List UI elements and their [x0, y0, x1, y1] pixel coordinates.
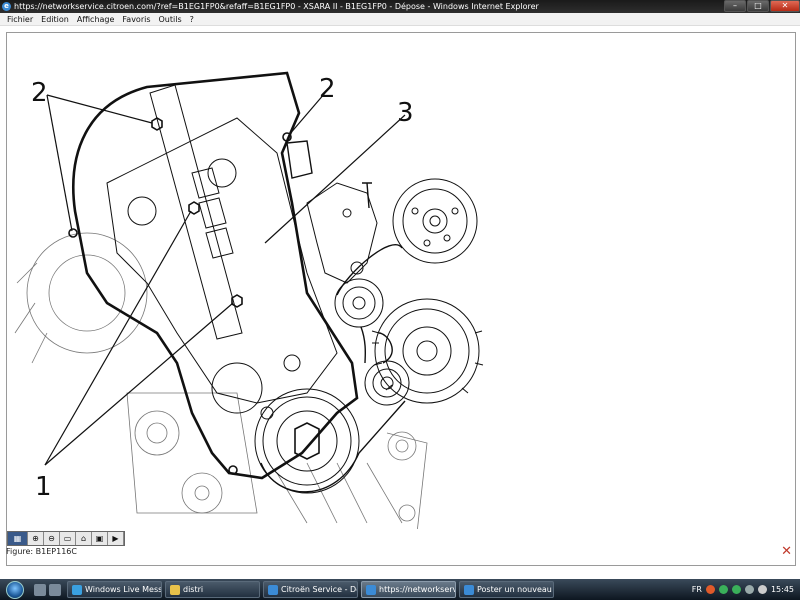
taskbar-item-label: https://networkservi...: [379, 585, 455, 594]
ie-icon: e: [2, 2, 11, 11]
ie-icon: [464, 584, 474, 595]
minimize-button[interactable]: –: [724, 0, 746, 12]
menu-outils[interactable]: Outils: [155, 15, 186, 24]
start-button[interactable]: [0, 579, 30, 600]
clock[interactable]: 15:45: [771, 585, 794, 594]
menu-affichage[interactable]: Affichage: [73, 15, 119, 24]
language-indicator[interactable]: FR: [692, 585, 702, 594]
home-button[interactable]: ⌂: [76, 532, 92, 545]
messenger-icon: [72, 584, 82, 595]
page-content: 2 2 3 1 ▦ ⊕ ⊖ ▭ ⌂ ▣ ▶ Figure: B1EP116C ✕: [0, 26, 800, 579]
volume-icon[interactable]: [757, 585, 767, 594]
window-title: https://networkservice.citroen.com/?ref=…: [14, 2, 539, 11]
tray-icon[interactable]: [718, 585, 728, 594]
window-controls: – □ ✕: [723, 0, 800, 13]
maximize-button[interactable]: □: [747, 0, 769, 12]
title-bar: e https://networkservice.citroen.com/?re…: [0, 0, 800, 13]
system-tray: FR 15:45: [692, 579, 800, 600]
taskbar-item-poster[interactable]: Poster un nouveau s...: [459, 581, 554, 598]
grid-view-button[interactable]: ▦: [8, 532, 28, 545]
menu-edition[interactable]: Edition: [37, 15, 73, 24]
figure-caption: Figure: B1EP116C: [6, 547, 77, 556]
print-button[interactable]: ▣: [92, 532, 108, 545]
taskbar-item-label: Windows Live Mess...: [85, 585, 162, 594]
folder-icon: [170, 584, 180, 595]
quick-launch: [34, 583, 61, 596]
viewer-toolbar: ▦ ⊕ ⊖ ▭ ⌂ ▣ ▶: [7, 531, 125, 546]
taskbar-item-network[interactable]: https://networkservi...: [361, 581, 456, 598]
callout-label-2b: 2: [319, 74, 336, 104]
close-window-button[interactable]: ✕: [770, 0, 800, 12]
taskbar: Windows Live Mess... distri Citroën Serv…: [0, 579, 800, 600]
figure-viewer: 2 2 3 1 ▦ ⊕ ⊖ ▭ ⌂ ▣ ▶: [6, 32, 796, 566]
fit-button[interactable]: ▭: [60, 532, 76, 545]
next-button[interactable]: ▶: [108, 532, 124, 545]
menu-favoris[interactable]: Favoris: [118, 15, 154, 24]
engine-diagram: 2 2 3 1: [14, 71, 484, 529]
network-icon[interactable]: [744, 585, 754, 594]
taskbar-item-citroen[interactable]: Citroën Service - Do...: [263, 581, 358, 598]
tray-icon[interactable]: [705, 585, 715, 594]
menu-fichier[interactable]: Fichier: [3, 15, 37, 24]
quick-launch-icon[interactable]: [34, 583, 46, 596]
callout-label-1: 1: [35, 472, 52, 502]
ie-icon: [366, 584, 376, 595]
taskbar-item-label: distri: [183, 585, 204, 594]
taskbar-item-label: Poster un nouveau s...: [477, 585, 553, 594]
close-figure-icon[interactable]: ✕: [781, 544, 792, 559]
taskbar-item-distri[interactable]: distri: [165, 581, 260, 598]
ie-window: e https://networkservice.citroen.com/?re…: [0, 0, 800, 600]
tray-icon[interactable]: [731, 585, 741, 594]
zoom-in-button[interactable]: ⊕: [28, 532, 44, 545]
callout-label-3: 3: [397, 98, 414, 128]
windows-orb-icon: [6, 580, 24, 599]
ie-icon: [268, 584, 278, 595]
quick-launch-icon[interactable]: [49, 583, 61, 596]
callout-label-2a: 2: [31, 78, 48, 108]
menu-help[interactable]: ?: [186, 15, 198, 24]
taskbar-item-label: Citroën Service - Do...: [281, 585, 357, 594]
menu-bar: Fichier Edition Affichage Favoris Outils…: [0, 13, 800, 26]
taskbar-item-messenger[interactable]: Windows Live Mess...: [67, 581, 162, 598]
zoom-out-button[interactable]: ⊖: [44, 532, 60, 545]
